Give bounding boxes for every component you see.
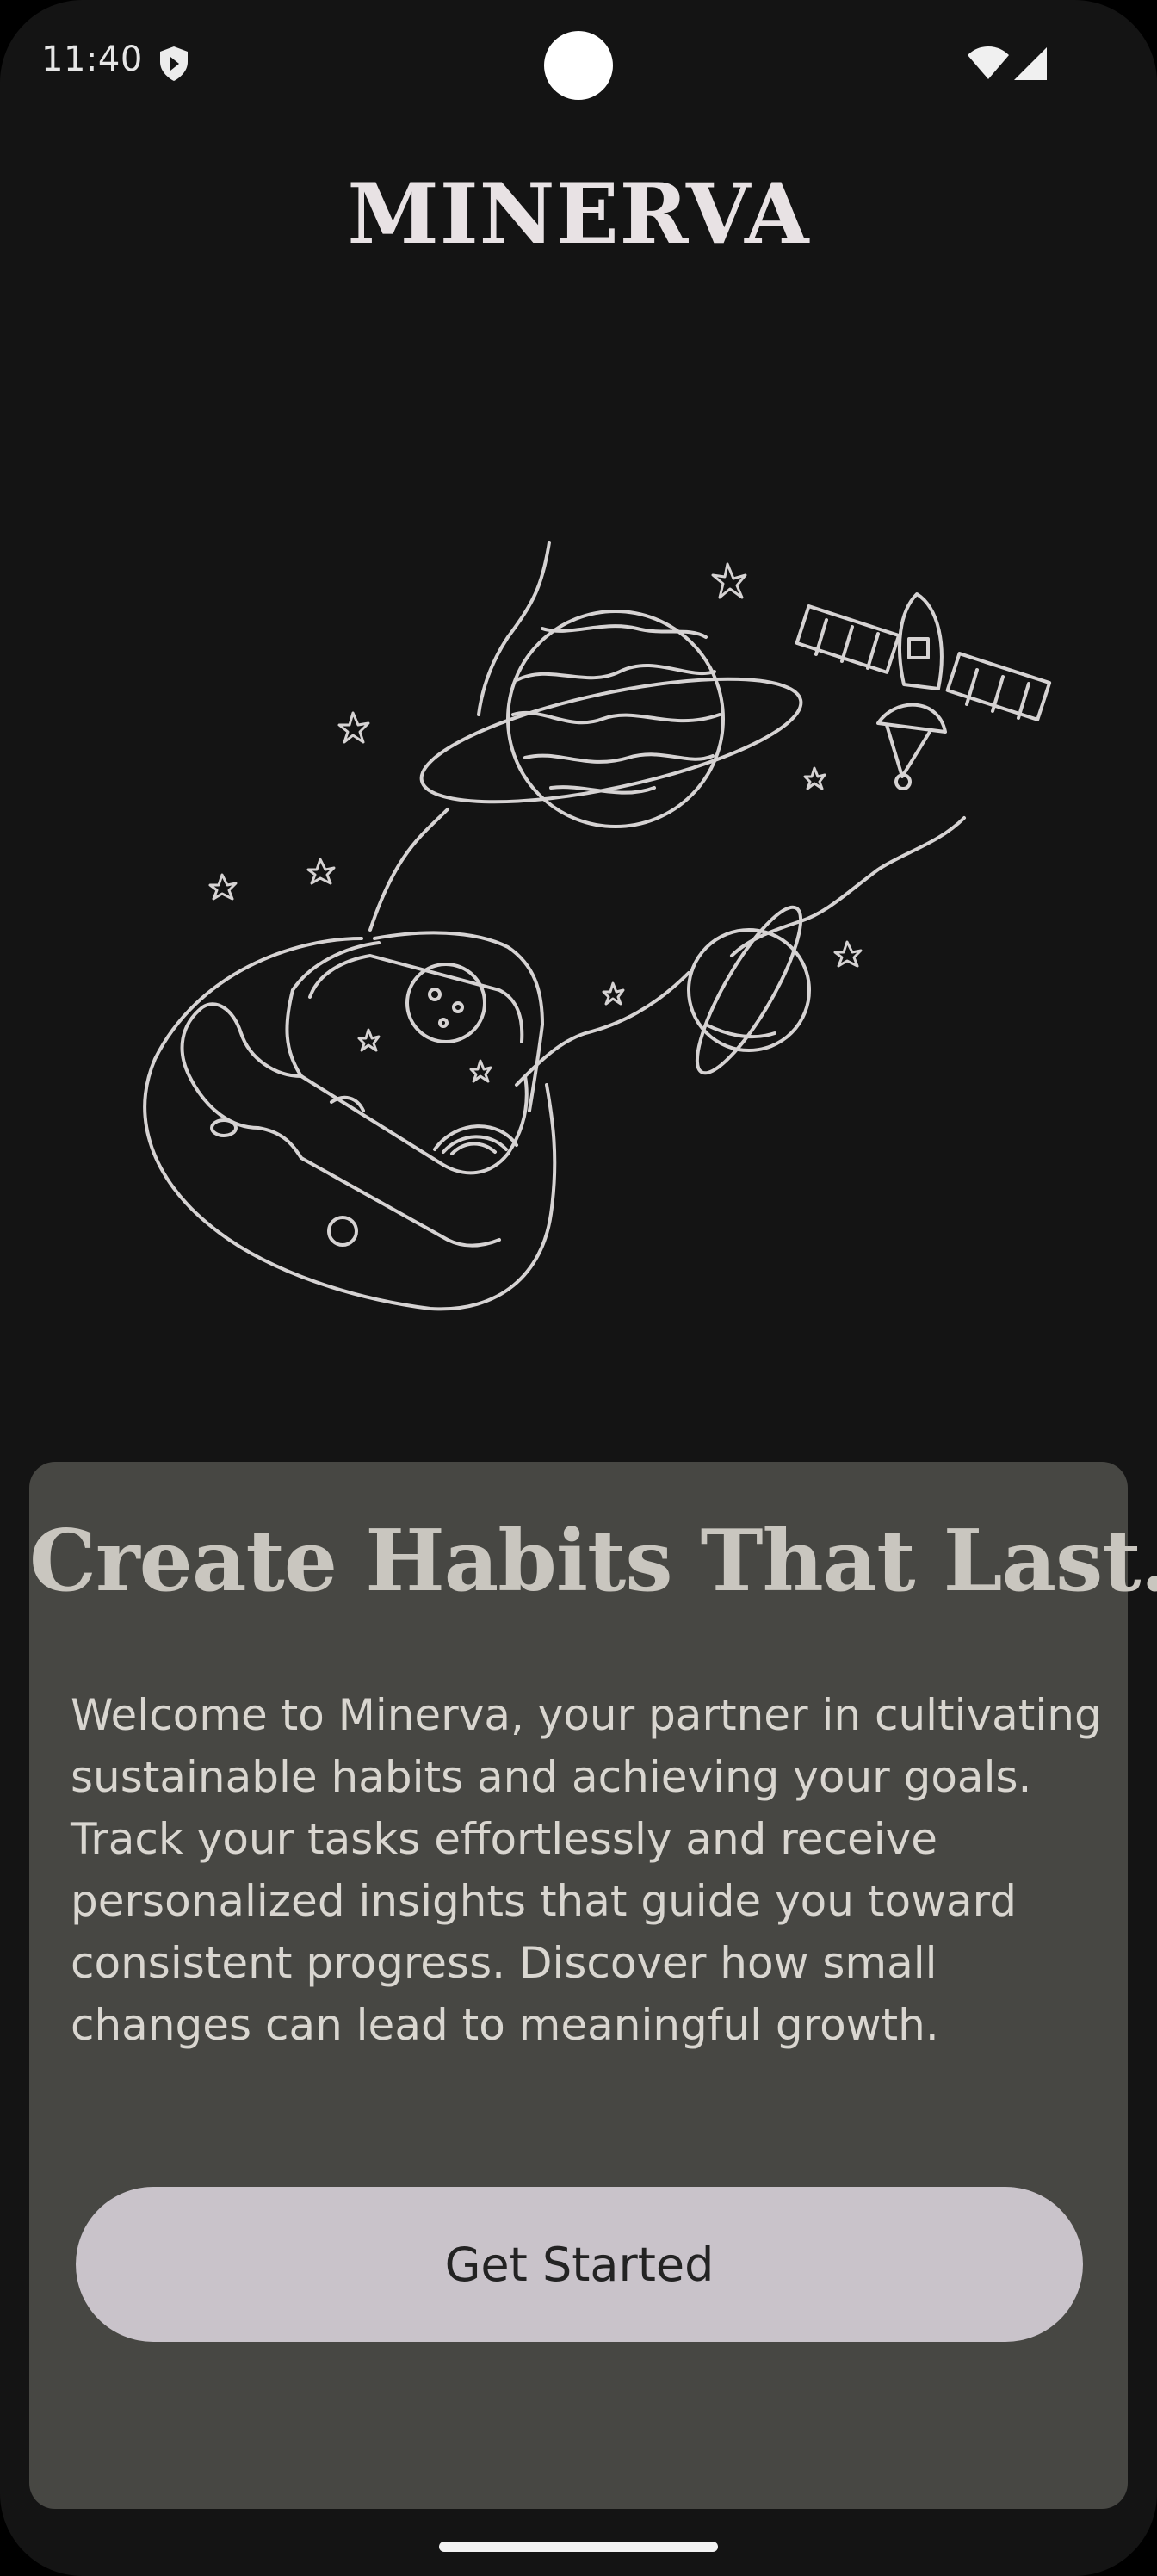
smartwatch-drawing	[143, 931, 557, 1311]
home-indicator[interactable]	[439, 2542, 718, 2552]
get-started-button[interactable]: Get Started	[76, 2187, 1083, 2342]
welcome-card: Create Habits That Last. Welcome to Mine…	[29, 1462, 1157, 2509]
welcome-screen: 11:40 MINERVA Create Habits That Last. W…	[0, 0, 1157, 2576]
card-description: Welcome to Minerva, your partner in cult…	[71, 1690, 1102, 2050]
cellular-signal-icon	[1014, 47, 1047, 80]
card-title: Create Habits That Last.	[29, 1512, 1157, 1611]
satellite	[795, 592, 1052, 790]
app-title: MINERVA	[347, 165, 810, 263]
status-bar: 11:40	[0, 0, 1157, 129]
ringed-planet-large	[419, 610, 803, 828]
wifi-icon	[968, 46, 1009, 79]
stars	[208, 562, 863, 1083]
status-time: 11:40	[41, 40, 143, 79]
space-illustration	[143, 541, 1052, 1311]
camera-cutout	[544, 31, 613, 100]
shield-icon	[160, 46, 188, 81]
